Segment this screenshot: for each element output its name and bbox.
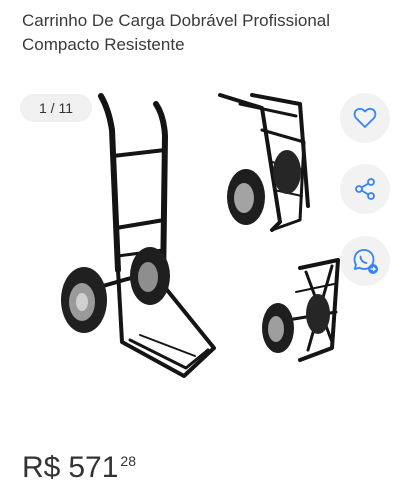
wheel-compact-front — [262, 303, 294, 353]
image-counter: 1 / 11 — [20, 94, 92, 122]
price-currency: R$ — [22, 451, 61, 484]
wheel-folded-back — [273, 150, 301, 194]
whatsapp-icon — [353, 249, 378, 274]
whatsapp-share-button[interactable] — [340, 236, 390, 286]
price: R$ 571 28 — [22, 448, 136, 488]
price-cents: 28 — [120, 453, 136, 469]
wheel-folded-front — [227, 169, 265, 225]
favorite-button[interactable] — [340, 93, 390, 143]
image-gallery[interactable]: 1 / 11 — [0, 80, 411, 410]
share-button[interactable] — [340, 164, 390, 214]
wheel-left — [61, 267, 107, 333]
wheel-right — [130, 247, 170, 305]
hand-truck-main — [80, 93, 216, 378]
product-title: Carrinho De Carga Dobrável Profissional … — [22, 11, 331, 54]
price-integer: 571 — [68, 451, 119, 484]
share-icon — [355, 178, 375, 200]
heart-icon — [353, 107, 377, 128]
wheel-compact-back — [306, 294, 330, 334]
